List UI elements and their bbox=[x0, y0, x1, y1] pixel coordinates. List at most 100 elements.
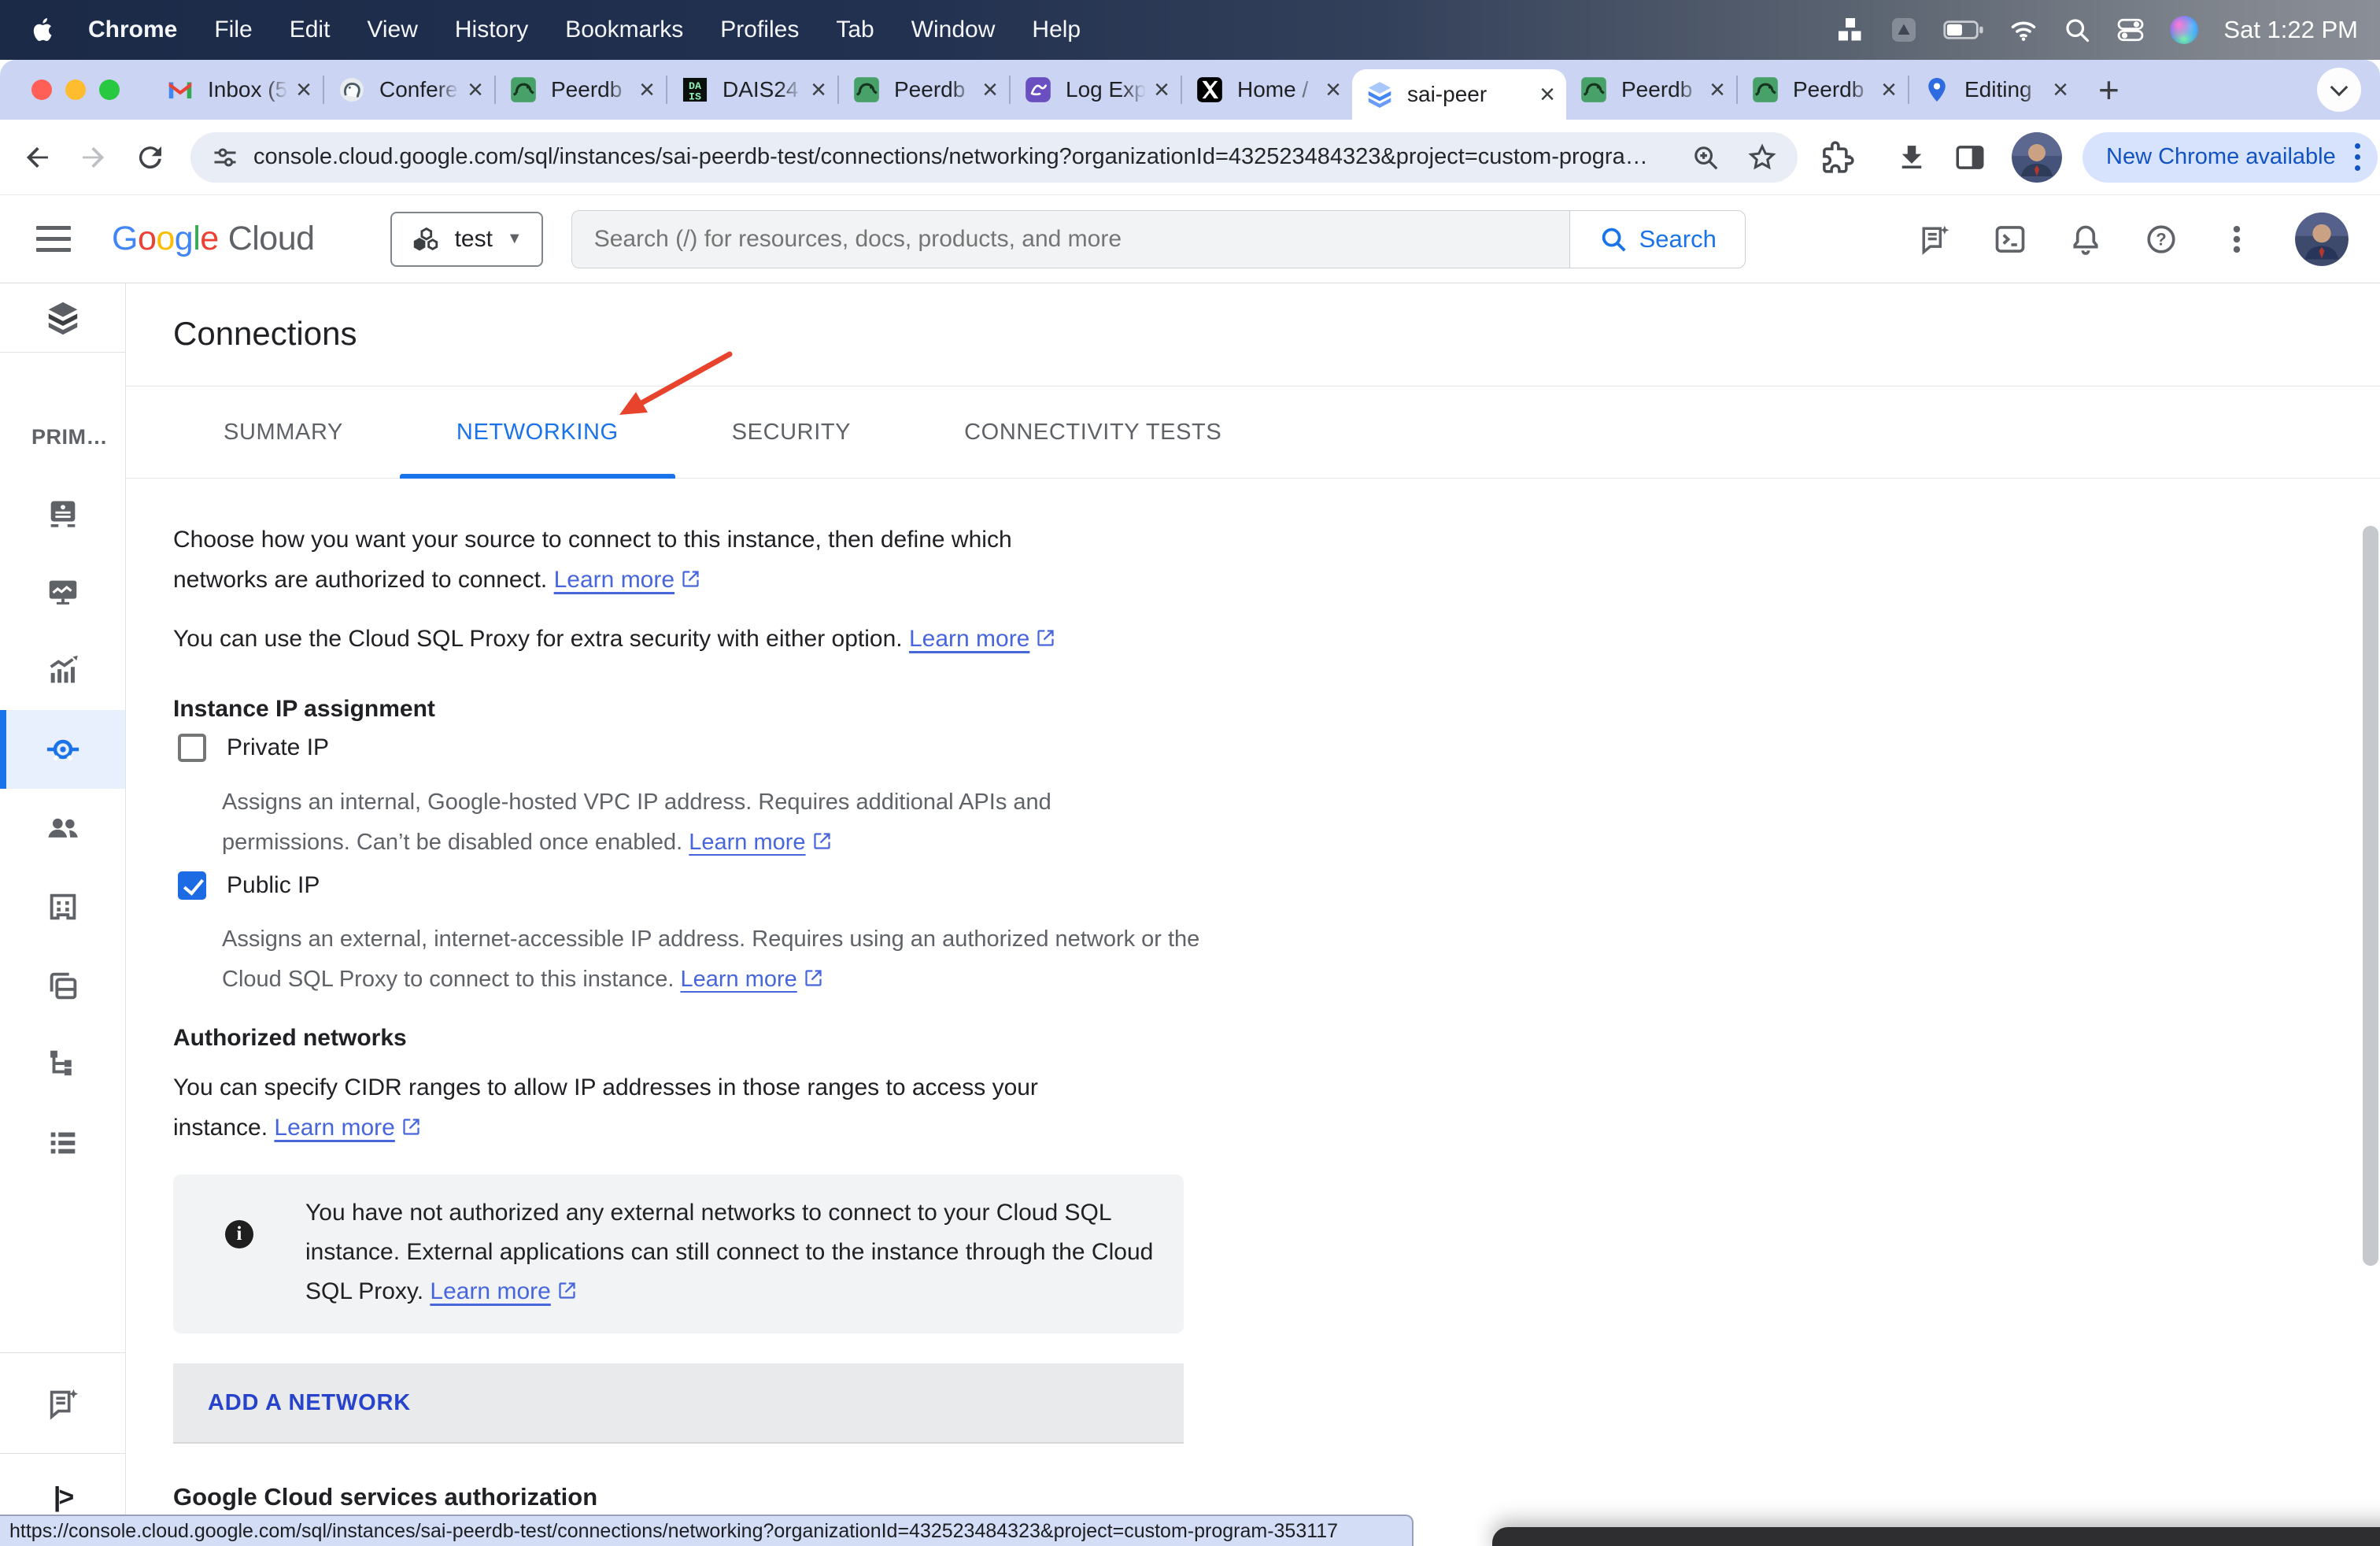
console-search-button[interactable]: Search bbox=[1569, 210, 1746, 268]
cloud-shell-icon[interactable] bbox=[1993, 222, 2027, 257]
chrome-update-button[interactable]: New Chrome available bbox=[2082, 132, 2378, 183]
close-tab-icon[interactable]: × bbox=[1881, 76, 1897, 103]
menubar-item-file[interactable]: File bbox=[214, 17, 252, 43]
browser-tab-log-explorer[interactable]: Log Exp × bbox=[1011, 60, 1181, 120]
cloud-sql-logo-icon bbox=[45, 300, 81, 336]
sidebar-item-overview[interactable] bbox=[0, 474, 125, 553]
sidebar-item-databases[interactable] bbox=[0, 867, 125, 946]
siri-icon[interactable] bbox=[2170, 16, 2198, 44]
browser-tab-conference[interactable]: Confere × bbox=[324, 60, 494, 120]
apple-logo-icon[interactable] bbox=[30, 14, 57, 46]
browser-profile-avatar[interactable] bbox=[2012, 132, 2062, 183]
battery-icon[interactable] bbox=[1943, 16, 1984, 44]
close-tab-icon[interactable]: × bbox=[982, 76, 998, 103]
close-tab-icon[interactable]: × bbox=[1709, 76, 1725, 103]
control-center-icon[interactable] bbox=[2116, 16, 2145, 44]
sidebar-item-connections[interactable] bbox=[0, 710, 125, 789]
add-network-button[interactable]: ADD A NETWORK bbox=[173, 1363, 1184, 1442]
close-tab-icon[interactable]: × bbox=[296, 76, 312, 103]
browser-tab-peerdb-4[interactable]: Peerdb × bbox=[1738, 60, 1908, 120]
console-search-bar[interactable] bbox=[571, 210, 1569, 268]
account-avatar[interactable] bbox=[2295, 213, 2349, 266]
google-cloud-logo[interactable]: Google Cloud bbox=[112, 220, 315, 258]
tab-security[interactable]: SECURITY bbox=[675, 386, 907, 478]
browser-tab-dais24[interactable]: DAIS DAIS24 × bbox=[667, 60, 837, 120]
notifications-bell-icon[interactable] bbox=[2068, 222, 2103, 257]
menubar-item-edit[interactable]: Edit bbox=[290, 17, 331, 43]
bookmark-star-icon[interactable] bbox=[1747, 142, 1777, 172]
extensions-icon[interactable] bbox=[1821, 141, 1854, 174]
close-window-button[interactable] bbox=[31, 80, 52, 100]
close-tab-icon[interactable]: × bbox=[639, 76, 655, 103]
menubar-item-bookmarks[interactable]: Bookmarks bbox=[565, 17, 683, 43]
back-button[interactable] bbox=[20, 141, 54, 174]
menubar-item-tab[interactable]: Tab bbox=[836, 17, 874, 43]
learn-more-link[interactable]: Learn more bbox=[430, 1278, 577, 1304]
sidebar-item-release-notes[interactable] bbox=[0, 1364, 125, 1443]
learn-more-link[interactable]: Learn more bbox=[909, 626, 1056, 652]
browser-tab-editing[interactable]: Editing × bbox=[1909, 60, 2079, 120]
close-tab-icon[interactable]: × bbox=[468, 76, 483, 103]
menubar-item-view[interactable]: View bbox=[367, 17, 417, 43]
download-icon[interactable] bbox=[1895, 141, 1928, 174]
scrollbar-thumb[interactable] bbox=[2363, 526, 2378, 1266]
close-tab-icon[interactable]: × bbox=[1154, 76, 1170, 103]
close-tab-icon[interactable]: × bbox=[1325, 76, 1341, 103]
browser-tab-inbox[interactable]: Inbox (5 × bbox=[153, 60, 323, 120]
menubar-item-help[interactable]: Help bbox=[1032, 17, 1081, 43]
app-shield-icon[interactable] bbox=[1890, 16, 1918, 44]
browser-tab-peerdb-3[interactable]: Peerdb × bbox=[1566, 60, 1736, 120]
browser-tab-peerdb-2[interactable]: Peerdb × bbox=[839, 60, 1009, 120]
browser-menu-icon[interactable] bbox=[2355, 143, 2360, 171]
sidebar-item-monitoring[interactable] bbox=[0, 553, 125, 631]
private-ip-checkbox[interactable] bbox=[178, 734, 206, 762]
project-selector[interactable]: test ▼ bbox=[390, 212, 543, 267]
public-ip-checkbox[interactable] bbox=[178, 871, 206, 900]
console-search-input[interactable] bbox=[594, 226, 1547, 253]
learn-more-link[interactable]: Learn more bbox=[274, 1115, 421, 1141]
tab-summary[interactable]: SUMMARY bbox=[167, 386, 400, 478]
release-notes-icon[interactable] bbox=[1917, 222, 1952, 257]
menubar-item-profiles[interactable]: Profiles bbox=[720, 17, 799, 43]
browser-tab-peerdb-1[interactable]: Peerdb × bbox=[496, 60, 666, 120]
tab-networking[interactable]: NETWORKING bbox=[400, 386, 675, 478]
tab-connectivity-tests[interactable]: CONNECTIVITY TESTS bbox=[907, 386, 1278, 478]
wifi-icon[interactable] bbox=[2009, 16, 2038, 44]
sidebar-item-backups[interactable] bbox=[0, 946, 125, 1025]
sidebar-item-users[interactable] bbox=[0, 789, 125, 867]
info-notice: i You have not authorized any external n… bbox=[173, 1174, 1184, 1333]
reload-button[interactable] bbox=[134, 141, 167, 174]
close-tab-icon[interactable]: × bbox=[2053, 76, 2068, 103]
learn-more-link[interactable]: Learn more bbox=[680, 967, 823, 992]
minimize-window-button[interactable] bbox=[65, 80, 86, 100]
close-tab-icon[interactable]: × bbox=[1539, 81, 1555, 108]
spotlight-icon[interactable] bbox=[2063, 16, 2091, 44]
close-tab-icon[interactable]: × bbox=[811, 76, 826, 103]
tune-icon[interactable] bbox=[211, 143, 239, 172]
browser-tab-sai-peerdb-active[interactable]: sai-peer × bbox=[1352, 69, 1566, 120]
url-text[interactable]: console.cloud.google.com/sql/instances/s… bbox=[253, 144, 1664, 170]
browser-tab-x-home[interactable]: Home / × bbox=[1182, 60, 1352, 120]
sidebar-item-replicas[interactable] bbox=[0, 1025, 125, 1104]
zoom-icon[interactable] bbox=[1691, 142, 1720, 172]
zoom-window-button[interactable] bbox=[99, 80, 120, 100]
side-panel-icon[interactable] bbox=[1953, 141, 1986, 174]
help-icon[interactable]: ? bbox=[2144, 222, 2179, 257]
tab-search-button[interactable] bbox=[2317, 68, 2361, 112]
address-bar[interactable]: console.cloud.google.com/sql/instances/s… bbox=[190, 132, 1798, 183]
monitoring-icon bbox=[45, 574, 81, 610]
menubar-item-window[interactable]: Window bbox=[911, 17, 996, 43]
window-tiles-icon[interactable] bbox=[1836, 16, 1864, 44]
sidebar-item-operations[interactable] bbox=[0, 1104, 125, 1182]
learn-more-link[interactable]: Learn more bbox=[689, 830, 832, 855]
forward-button[interactable] bbox=[77, 141, 110, 174]
more-vertical-icon[interactable] bbox=[2219, 222, 2254, 257]
menubar-clock[interactable]: Sat 1:22 PM bbox=[2223, 16, 2358, 44]
learn-more-link[interactable]: Learn more bbox=[554, 567, 701, 593]
menubar-item-history[interactable]: History bbox=[455, 17, 528, 43]
new-tab-button[interactable]: + bbox=[2098, 72, 2119, 108]
sidebar-item-system-insights[interactable] bbox=[0, 631, 125, 710]
menubar-item-chrome[interactable]: Chrome bbox=[88, 17, 177, 43]
cloud-sql-sidebar: PRIM… bbox=[0, 283, 126, 1546]
navigation-menu-icon[interactable] bbox=[36, 226, 71, 252]
